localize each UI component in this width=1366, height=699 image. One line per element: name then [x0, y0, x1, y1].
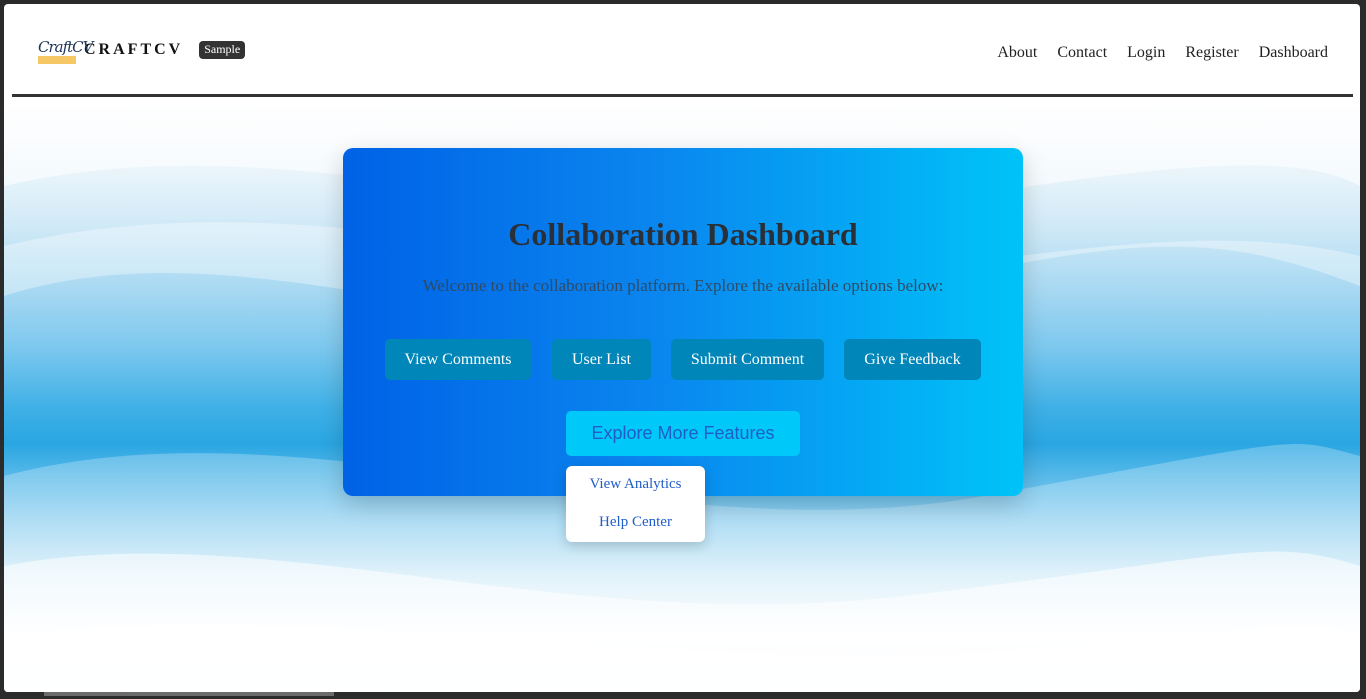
nav-links: About Contact Login Register Dashboard	[977, 44, 1328, 62]
sample-badge: Sample	[199, 41, 246, 59]
user-list-button[interactable]: User List	[552, 339, 651, 380]
submit-comment-button[interactable]: Submit Comment	[671, 339, 824, 380]
nav-link-register[interactable]: Register	[1185, 44, 1238, 62]
menu-item-help-center[interactable]: Help Center	[566, 514, 705, 531]
brand-name[interactable]: CRAFTCV	[84, 41, 183, 59]
nav-link-about[interactable]: About	[997, 44, 1037, 62]
craftcv-logo[interactable]: CraftCV	[38, 36, 93, 64]
menu-item-view-analytics[interactable]: View Analytics	[566, 476, 705, 493]
give-feedback-button[interactable]: Give Feedback	[844, 339, 981, 380]
explore-more-features-button[interactable]: Explore More Features	[566, 411, 800, 456]
brand[interactable]: CraftCV CRAFTCV Sample	[38, 36, 246, 64]
nav-link-contact[interactable]: Contact	[1057, 44, 1107, 62]
nav-link-login[interactable]: Login	[1127, 44, 1165, 62]
collaboration-card: Collaboration Dashboard Welcome to the c…	[343, 148, 1023, 496]
top-navbar: CraftCV CRAFTCV Sample About Contact Log…	[12, 4, 1353, 97]
card-subtitle: Welcome to the collaboration platform. E…	[422, 276, 944, 295]
page-title: Collaboration Dashboard	[508, 216, 858, 252]
features-dropdown-menu: View Analytics Help Center	[566, 466, 705, 542]
horizontal-scrollbar[interactable]	[44, 692, 334, 696]
browser-viewport: CraftCV CRAFTCV Sample About Contact Log…	[4, 4, 1360, 692]
view-comments-button[interactable]: View Comments	[385, 339, 531, 380]
nav-link-dashboard[interactable]: Dashboard	[1259, 44, 1328, 62]
